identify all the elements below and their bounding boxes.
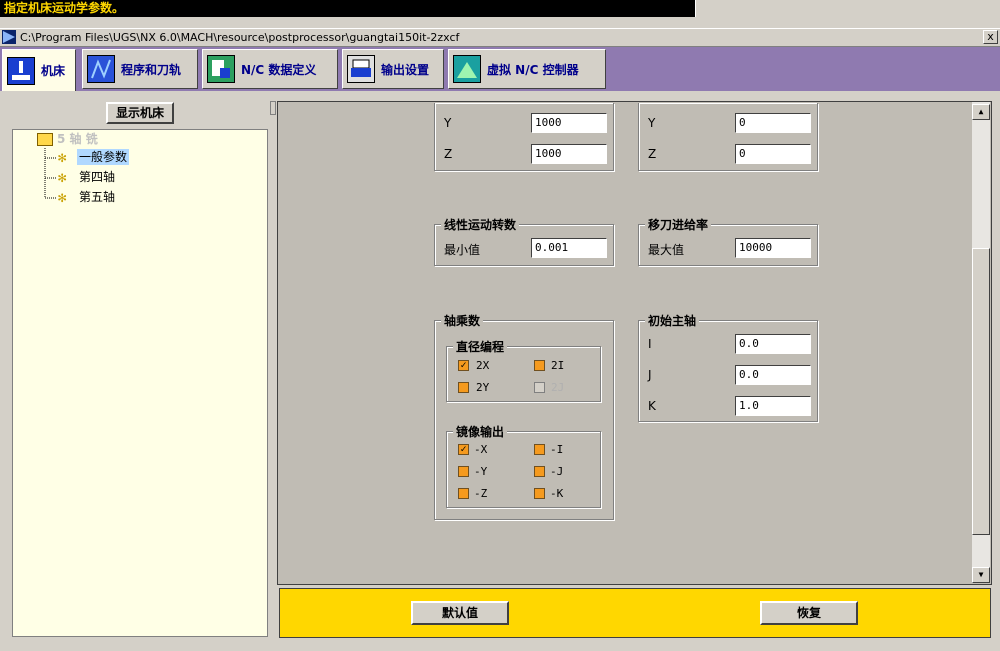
gear-icon: ✻ <box>58 170 67 186</box>
checkbox-neg-i[interactable] <box>534 444 545 455</box>
app-icon <box>2 30 16 44</box>
tree-item-fifth-axis[interactable]: 第五轴 <box>79 189 115 205</box>
checkbox-label: 2I <box>551 359 565 372</box>
printer-icon <box>347 55 375 83</box>
home-y-input[interactable]: 0 <box>735 113 811 133</box>
linear-motion-title: 线性运动转数 <box>441 216 520 233</box>
action-bar <box>279 588 991 638</box>
tab-nc-data[interactable]: N/C 数据定义 <box>202 49 338 89</box>
checkbox-label: -Z <box>474 487 488 500</box>
checkbox-label: -J <box>550 465 564 478</box>
tree-item-general[interactable]: 一般参数 <box>77 149 130 165</box>
content-panel <box>277 101 992 585</box>
travel-y-input[interactable]: 1000 <box>531 113 607 133</box>
y-label: Y <box>444 116 452 130</box>
status-message: 指定机床运动学参数。 <box>0 0 695 17</box>
min-label: 最小值 <box>444 243 481 257</box>
checkbox-2j <box>534 382 545 393</box>
checkbox-label: -K <box>550 487 564 500</box>
j-label: J <box>648 368 652 382</box>
linear-min-input[interactable]: 0.001 <box>531 238 607 258</box>
tab-machine[interactable]: 机床 <box>2 49 76 91</box>
machine-icon <box>7 56 35 85</box>
folder-icon <box>37 133 53 146</box>
scroll-up-icon[interactable]: ▲ <box>972 104 990 120</box>
splitter-handle[interactable] <box>270 101 276 115</box>
y-label: Y <box>648 116 656 130</box>
checkbox-neg-z[interactable] <box>458 488 469 499</box>
rapid-max-input[interactable]: 10000 <box>735 238 811 258</box>
restore-button[interactable]: 恢复 <box>760 601 858 625</box>
checkbox-neg-x[interactable]: ✓ <box>458 444 469 455</box>
checkbox-label: 2X <box>476 359 490 372</box>
gear-icon: ✻ <box>58 150 67 166</box>
z-label: Z <box>648 147 657 161</box>
tab-label: N/C 数据定义 <box>241 62 317 77</box>
tab-label: 虚拟 N/C 控制器 <box>487 62 579 77</box>
scroll-down-icon[interactable]: ▼ <box>972 567 990 583</box>
checkbox-neg-k[interactable] <box>534 488 545 499</box>
spindle-j-input[interactable]: 0.0 <box>735 365 811 385</box>
machine-tree: 5 轴 铣 ✻ 一般参数 ✻ 第四轴 ✻ 第五轴 <box>12 129 268 637</box>
mirror-title: 镜像输出 <box>453 423 508 440</box>
checkbox-2i[interactable] <box>534 360 545 371</box>
k-label: K <box>648 399 656 413</box>
travel-z-input[interactable]: 1000 <box>531 144 607 164</box>
diameter-title: 直径编程 <box>453 338 508 355</box>
program-icon <box>87 55 115 83</box>
checkbox-neg-y[interactable] <box>458 466 469 477</box>
checkbox-label: 2Y <box>476 381 490 394</box>
show-machine-button[interactable]: 显示机床 <box>106 102 174 124</box>
status-panel <box>695 0 1000 17</box>
checkbox-label: -I <box>550 443 564 456</box>
close-button[interactable]: x <box>983 30 998 44</box>
tab-output[interactable]: 输出设置 <box>342 49 444 89</box>
scroll-thumb[interactable] <box>972 248 990 535</box>
checkbox-neg-j[interactable] <box>534 466 545 477</box>
i-label: I <box>648 337 652 351</box>
gear-icon: ✻ <box>58 190 67 206</box>
checkbox-label: -X <box>474 443 488 456</box>
home-z-input[interactable]: 0 <box>735 144 811 164</box>
checkbox-2x[interactable]: ✓ <box>458 360 469 371</box>
checkbox-label: 2J <box>551 381 565 394</box>
mirror-group <box>446 431 601 508</box>
tab-program[interactable]: 程序和刀轨 <box>82 49 198 89</box>
nc-data-icon <box>207 55 235 83</box>
tab-label: 程序和刀轨 <box>121 62 182 77</box>
tab-label: 输出设置 <box>381 62 430 77</box>
initial-spindle-title: 初始主轴 <box>645 312 700 329</box>
virtual-nc-icon <box>453 55 481 83</box>
default-button[interactable]: 默认值 <box>411 601 509 625</box>
tree-item-fourth-axis[interactable]: 第四轴 <box>79 169 115 185</box>
vertical-scrollbar[interactable]: ▲ ▼ <box>972 102 990 583</box>
max-label: 最大值 <box>648 243 685 257</box>
checkbox-2y[interactable] <box>458 382 469 393</box>
spindle-i-input[interactable]: 0.0 <box>735 334 811 354</box>
z-label: Z <box>444 147 453 161</box>
window-title: C:\Program Files\UGS\NX 6.0\MACH\resourc… <box>20 31 460 44</box>
tab-virtual-nc[interactable]: 虚拟 N/C 控制器 <box>448 49 606 89</box>
axis-multiplier-title: 轴乘数 <box>441 312 484 329</box>
tree-root[interactable]: 5 轴 铣 <box>57 131 98 147</box>
rapid-feed-title: 移刀进给率 <box>645 216 712 233</box>
tab-label: 机床 <box>41 64 66 78</box>
spindle-k-input[interactable]: 1.0 <box>735 396 811 416</box>
checkbox-label: -Y <box>474 465 488 478</box>
